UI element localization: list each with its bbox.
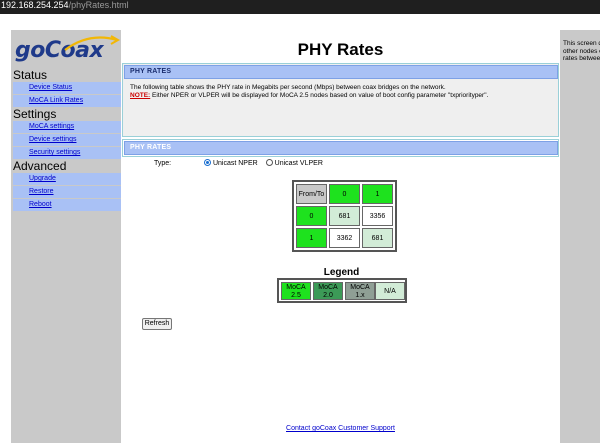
legend-moca-20-line2: 2.0 [323, 292, 333, 299]
legend-title: Legend [323, 267, 360, 278]
note-text: Either NPER or VLPER will be displayed f… [150, 92, 489, 99]
option-unicast-vlper-label: Unicast VLPER [274, 160, 323, 167]
customer-support-link[interactable]: Contact goCoax Customer Support [286, 425, 395, 432]
section-status: Status [13, 68, 48, 82]
section-advanced: Advanced [13, 159, 67, 173]
legend-moca-25-line2: 2.5 [291, 292, 301, 299]
row-header-1: 1 [296, 228, 327, 248]
gocoax-logo: goCoax [15, 35, 121, 68]
nav-moca-link-rates[interactable]: MoCA Link Rates [13, 95, 121, 107]
rate-cell-1-0: 3362 [329, 228, 360, 248]
nav-restore[interactable]: Restore [13, 186, 121, 198]
help-text: This screen d link status (P each coax b… [563, 40, 600, 62]
legend-na: N/A [375, 282, 405, 300]
main-content: PHY Rates PHY RATES The following table … [121, 30, 560, 422]
legend-moca-1x-line2: 1.x [355, 292, 365, 299]
phy-rates-table: From/To 0 1 0 681 3356 1 3362 681 [292, 180, 397, 252]
legend-moca-20-line1: MoCA [318, 284, 338, 291]
help-column: This screen d link status (P each coax b… [560, 30, 600, 422]
table-row: 1 3362 681 [296, 228, 393, 248]
section-settings: Settings [13, 107, 57, 121]
nav-device-settings[interactable]: Device settings [13, 134, 121, 146]
logo-arc-icon [64, 35, 121, 51]
legend-moca-20: MoCA 2.0 [313, 282, 343, 300]
legend-moca-25-line1: MoCA [286, 284, 306, 291]
radio-unicast-nper[interactable] [203, 159, 211, 166]
page-title: PHY Rates [297, 40, 384, 59]
info-panel-header: PHY RATES [124, 65, 558, 79]
col-header-0: 0 [329, 184, 360, 204]
option-unicast-nper[interactable]: Unicast NPER [203, 159, 258, 167]
nav-moca-settings[interactable]: MoCA settings [13, 121, 121, 133]
info-panel: PHY RATES The following table shows the … [122, 63, 559, 137]
info-panel-text: The following table shows the PHY rate i… [130, 84, 550, 100]
nav-security-settings[interactable]: Security settings [13, 147, 121, 159]
type-label: Type: [154, 160, 172, 167]
option-unicast-nper-label: Unicast NPER [212, 160, 258, 167]
url-path: /phyRates.html [68, 0, 129, 10]
rate-cell-0-0: 681 [329, 206, 360, 226]
radio-unicast-vlper[interactable] [265, 159, 273, 166]
row-header-0: 0 [296, 206, 327, 226]
note-line: NOTE: Either NPER or VLPER will be displ… [130, 92, 550, 100]
nav-device-status[interactable]: Device Status [13, 82, 121, 94]
rates-panel: PHY RATES [122, 139, 559, 157]
nav-reboot[interactable]: Reboot [13, 199, 121, 211]
option-unicast-vlper[interactable]: Unicast VLPER [265, 159, 323, 167]
nav-upgrade[interactable]: Upgrade [13, 173, 121, 185]
table-header-row: From/To 0 1 [296, 184, 393, 204]
url-host: 192.168.254.254 [1, 0, 69, 10]
legend-moca-25: MoCA 2.5 [281, 282, 311, 300]
legend-moca-1x-line1: MoCA [350, 284, 370, 291]
type-selector: Type: Unicast NPER Unicast VLPER [154, 159, 329, 169]
address-bar[interactable]: 192.168.254.254/phyRates.html [0, 0, 600, 14]
table-corner-cell: From/To [296, 184, 327, 204]
rate-cell-1-1: 681 [362, 228, 393, 248]
page-top-gap [0, 14, 600, 26]
rate-cell-0-1: 3356 [362, 206, 393, 226]
description-text: The following table shows the PHY rate i… [130, 84, 446, 91]
legend-na-label: N/A [384, 288, 396, 295]
sidebar: goCoax Status Device Status MoCA Link Ra… [11, 30, 121, 422]
refresh-button[interactable]: Refresh [142, 318, 172, 330]
table-row: 0 681 3356 [296, 206, 393, 226]
rates-panel-header: PHY RATES [124, 141, 558, 155]
col-header-1: 1 [362, 184, 393, 204]
note-label: NOTE: [130, 92, 151, 99]
legend-box: MoCA 2.5 MoCA 2.0 MoCA 1.x N/A [277, 278, 407, 303]
legend-moca-1x: MoCA 1.x [345, 282, 375, 300]
footer: Contact goCoax Customer Support [121, 422, 560, 443]
